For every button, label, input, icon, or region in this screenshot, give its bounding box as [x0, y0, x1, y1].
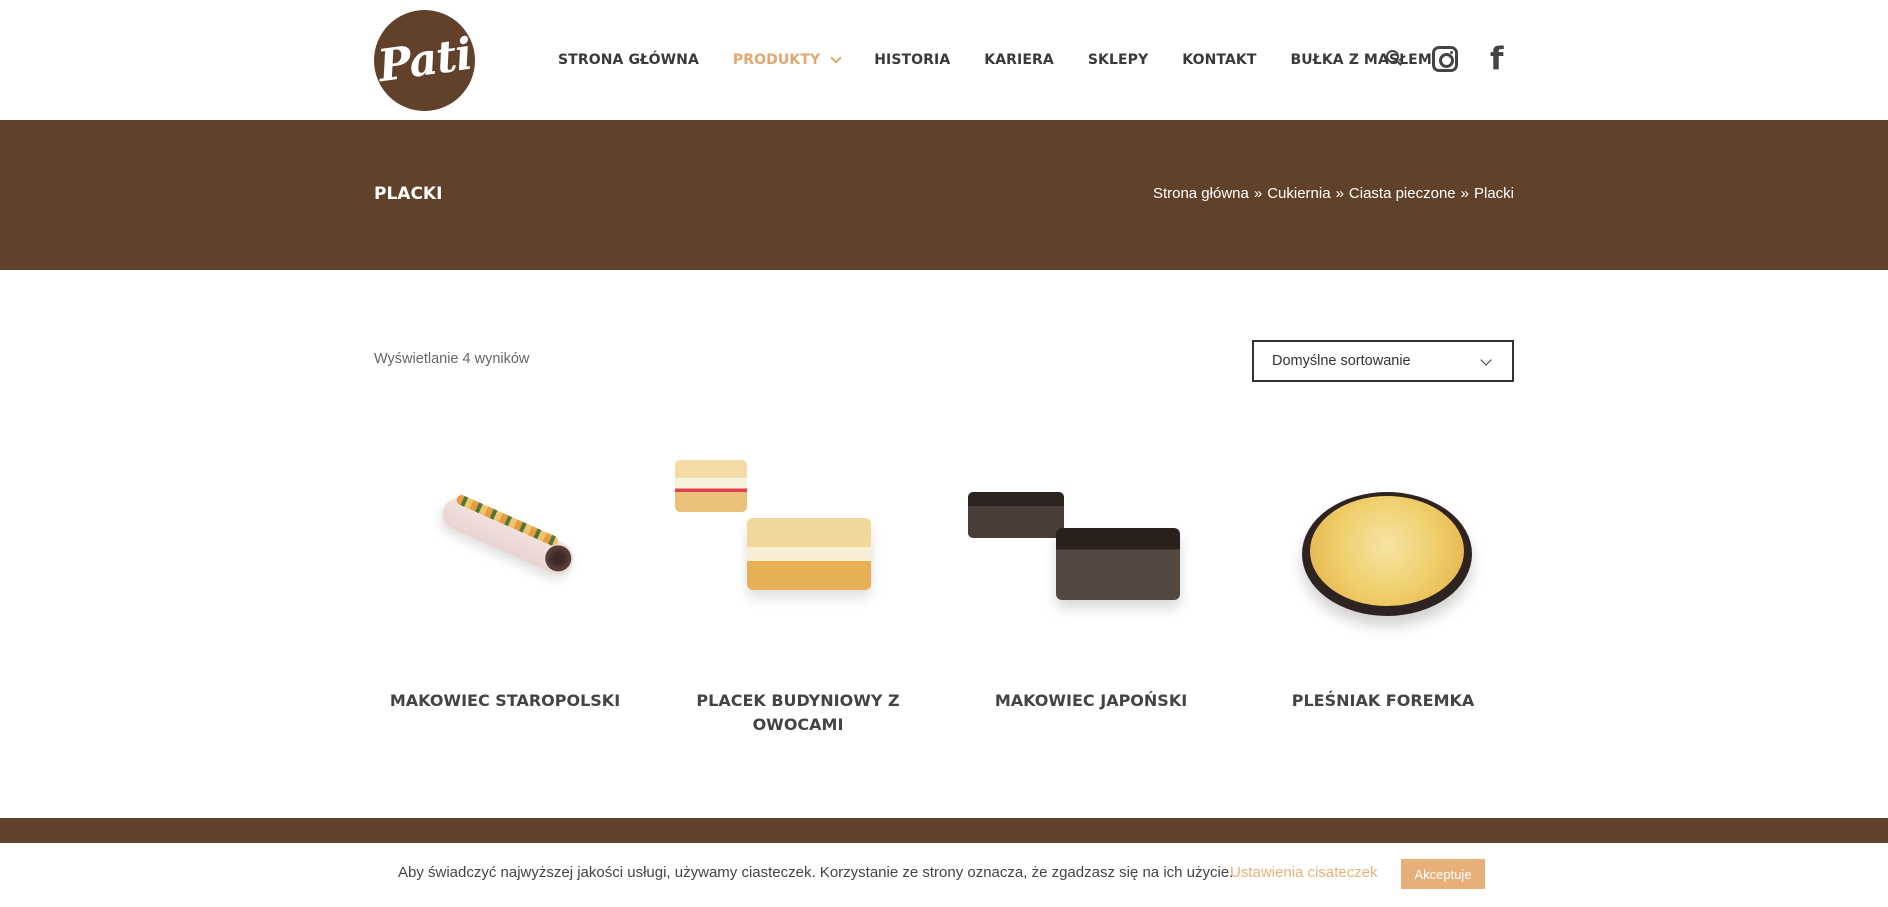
breadcrumb-item-ciasta-pieczone[interactable]: Ciasta pieczone — [1349, 185, 1456, 202]
cookie-settings-link[interactable]: Ustawienia cisateczek — [1230, 864, 1378, 881]
nav-item-sklepy[interactable]: SKLEPY — [1088, 52, 1148, 68]
cookie-accept-button[interactable]: Akceptuje — [1401, 859, 1485, 889]
page-title-bar — [0, 120, 1888, 270]
site-header: Pati STRONA GŁÓWNA PRODUKTY HISTORIA KAR… — [0, 0, 1888, 120]
chevron-down-icon — [1480, 354, 1492, 366]
nav-item-produkty-label: PRODUKTY — [732, 52, 821, 68]
main-nav: STRONA GŁÓWNA PRODUKTY HISTORIA KARIERA … — [558, 0, 1466, 120]
nav-item-produkty[interactable]: PRODUKTY — [732, 52, 842, 68]
breadcrumb: Strona główna » Cukiernia » Ciasta piecz… — [1153, 185, 1514, 202]
nav-item-kariera[interactable]: KARIERA — [984, 52, 1054, 68]
product-image-makowiec-japonski[interactable] — [960, 440, 1222, 640]
search-icon[interactable] — [1386, 50, 1399, 63]
product-card[interactable]: MAKOWIEC STAROPOLSKI — [374, 440, 636, 713]
product-name[interactable]: PLEŚNIAK FOREMKA — [1252, 689, 1514, 713]
product-name[interactable]: MAKOWIEC STAROPOLSKI — [374, 689, 636, 713]
breadcrumb-separator: » — [1253, 185, 1263, 202]
product-image-makowiec-staropolski[interactable] — [374, 440, 636, 640]
breadcrumb-item-current: Placki — [1473, 185, 1514, 202]
product-card[interactable]: PLACEK BUDYNIOWY Z OWOCAMI — [667, 440, 929, 737]
nav-item-kontakt[interactable]: KONTAKT — [1182, 52, 1256, 68]
nav-item-strona-glowna[interactable]: STRONA GŁÓWNA — [558, 52, 699, 68]
breadcrumb-separator: » — [1460, 185, 1469, 202]
nav-item-historia[interactable]: HISTORIA — [874, 52, 950, 68]
facebook-icon[interactable]: f — [1490, 44, 1510, 75]
product-card[interactable]: MAKOWIEC JAPOŃSKI — [960, 440, 1222, 713]
result-count: Wyświetlanie 4 wyników — [374, 351, 530, 367]
cookie-text: Aby świadczyć najwyższej jakości usługi,… — [398, 864, 1234, 881]
product-name[interactable]: MAKOWIEC JAPOŃSKI — [960, 689, 1222, 713]
footer-strip — [0, 818, 1888, 843]
breadcrumb-item-strona-glowna[interactable]: Strona główna — [1153, 185, 1249, 202]
logo-text: Pati — [374, 28, 475, 93]
product-name[interactable]: PLACEK BUDYNIOWY Z OWOCAMI — [667, 689, 929, 737]
instagram-icon[interactable] — [1432, 46, 1458, 72]
sort-select-value: Domyślne sortowanie — [1272, 353, 1411, 369]
breadcrumb-item-cukiernia[interactable]: Cukiernia — [1267, 185, 1330, 202]
product-card[interactable]: PLEŚNIAK FOREMKA — [1252, 440, 1514, 713]
nav-item-bulka-z-maslem[interactable]: BUŁKA Z MASŁEM — [1291, 52, 1432, 68]
page-title: PLACKI — [374, 184, 443, 204]
pati-logo[interactable]: Pati — [374, 10, 475, 111]
chevron-down-icon — [830, 52, 842, 64]
product-image-placek-budyniowy[interactable] — [667, 440, 929, 640]
breadcrumb-separator: » — [1335, 185, 1344, 202]
sort-select[interactable]: Domyślne sortowanie — [1252, 340, 1514, 382]
product-image-plesniak-foremka[interactable] — [1252, 440, 1514, 640]
